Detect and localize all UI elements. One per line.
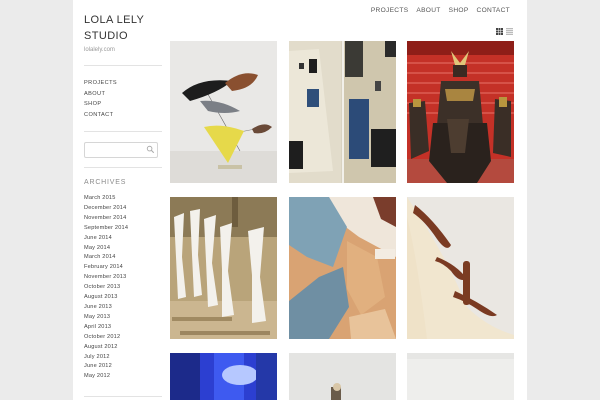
archives-list: March 2015 December 2014 November 2014 S…	[84, 194, 128, 382]
divider	[84, 131, 162, 132]
archive-link[interactable]: October 2013	[84, 283, 128, 293]
gallery-thumb-wood-inlay-curve[interactable]	[407, 197, 514, 339]
top-nav: PROJECTS ABOUT SHOP CONTACT	[371, 7, 510, 14]
nav-shop[interactable]: SHOP	[449, 7, 469, 14]
list-view-icon[interactable]	[506, 28, 513, 35]
nav-contact[interactable]: CONTACT	[477, 7, 510, 14]
nav-about[interactable]: ABOUT	[416, 7, 440, 14]
archive-link[interactable]: May 2014	[84, 244, 128, 254]
archive-link[interactable]: May 2013	[84, 313, 128, 323]
archive-link[interactable]: September 2014	[84, 224, 128, 234]
divider	[84, 396, 162, 397]
search-icon[interactable]	[146, 145, 155, 154]
site-title[interactable]: LOLA LELY STUDIO	[84, 12, 164, 44]
page: LOLA LELY STUDIO lolalely.com PROJECTS A…	[73, 0, 527, 400]
archive-link[interactable]: August 2012	[84, 343, 128, 353]
site-url[interactable]: lolalely.com	[84, 47, 115, 53]
sidebar-item-about[interactable]: ABOUT	[84, 89, 117, 100]
view-toggle	[496, 28, 513, 35]
gallery-thumb-felt-cutouts[interactable]	[289, 197, 396, 339]
gallery-thumb-samurai-on-horse[interactable]	[407, 41, 514, 183]
archive-link[interactable]: August 2013	[84, 293, 128, 303]
archive-link[interactable]: June 2013	[84, 303, 128, 313]
archives-heading: ARCHIVES	[84, 179, 127, 186]
search-input[interactable]	[84, 142, 158, 158]
gallery-thumb-small-object[interactable]	[289, 353, 396, 400]
archive-link[interactable]: October 2012	[84, 333, 128, 343]
archive-link[interactable]: June 2014	[84, 234, 128, 244]
sidebar-item-projects[interactable]: PROJECTS	[84, 78, 117, 89]
archive-link[interactable]: November 2013	[84, 273, 128, 283]
archive-link[interactable]: June 2012	[84, 362, 128, 372]
gallery-thumb-textile-collage[interactable]	[289, 41, 396, 183]
grid-view-icon[interactable]	[496, 28, 503, 35]
archive-link[interactable]: March 2015	[84, 194, 128, 204]
sidebar-item-shop[interactable]: SHOP	[84, 99, 117, 110]
archive-link[interactable]: November 2014	[84, 214, 128, 224]
archive-link[interactable]: May 2012	[84, 372, 128, 382]
gallery-thumb-mobile-sculpture[interactable]	[170, 41, 277, 183]
archive-link[interactable]: March 2014	[84, 253, 128, 263]
divider	[84, 65, 162, 66]
nav-projects[interactable]: PROJECTS	[371, 7, 409, 14]
gallery-thumb-model-figures[interactable]	[170, 197, 277, 339]
archive-link[interactable]: February 2014	[84, 263, 128, 273]
sidebar-nav: PROJECTS ABOUT SHOP CONTACT	[84, 78, 117, 120]
gallery-thumb-blue-light[interactable]	[170, 353, 277, 400]
divider	[84, 167, 162, 168]
sidebar-item-contact[interactable]: CONTACT	[84, 110, 117, 121]
archive-link[interactable]: April 2013	[84, 323, 128, 333]
gallery-thumb-white-surface[interactable]	[407, 353, 514, 400]
archive-link[interactable]: July 2012	[84, 353, 128, 363]
archive-link[interactable]: December 2014	[84, 204, 128, 214]
